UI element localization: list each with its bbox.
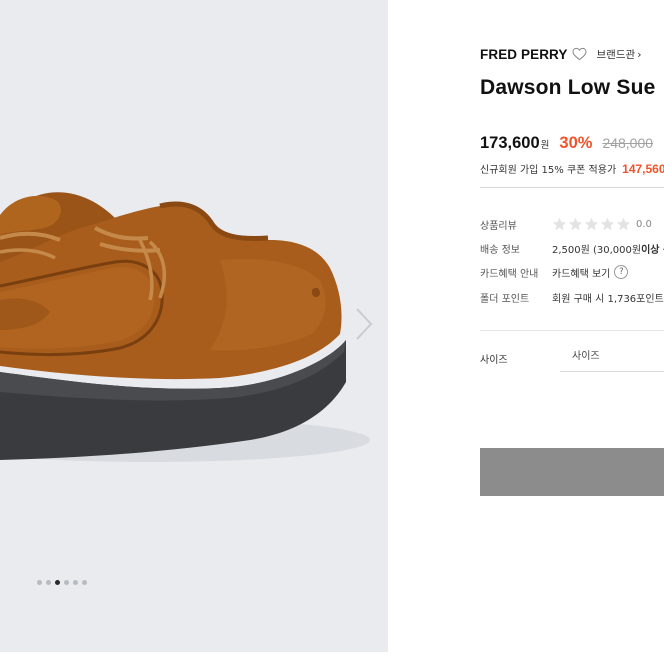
divider [480,187,664,188]
slide-indicator [37,578,87,586]
product-image [0,192,370,462]
next-image-icon[interactable] [352,306,376,342]
slide-dot[interactable] [82,579,87,585]
spec-label: 폴더 포인트 [480,293,530,305]
question-circle-icon[interactable]: ? [614,265,629,279]
slide-dot[interactable] [73,579,78,585]
buy-button[interactable] [480,448,664,496]
points-value: 회원 구매 시 1,736포인트 적 [552,293,664,305]
original-price: 248,000 [602,135,654,151]
spec-shipping: 배송 정보 2,500원 (30,000원 이상 구 [480,240,664,256]
brand-shop-link-label: 브랜드관 [596,48,636,61]
product-image-gallery [0,0,388,652]
coupon-text: 신규회원 가입 15% 쿠폰 적용가 [480,165,617,176]
spec-label: 상품리뷰 [480,220,517,232]
review-rating[interactable]: 0.0 [552,217,652,231]
product-info-panel: FRED PERRY 브랜드관 › Dawson Low Sue 173,600… [480,0,664,652]
shipping-value: 2,500원 (30,000원 이상 구 [552,241,664,256]
card-benefit[interactable]: 카드혜택 보기 ? [552,265,629,280]
shipping-fee: 2,500원 (30,000원 [552,244,642,256]
chevron-right-icon: › [637,47,642,61]
discount-rate: 30% [559,134,593,152]
star-rating [552,217,631,231]
rating-number: 0.0 [636,218,652,230]
brand-row: FRED PERRY 브랜드관 › [480,45,642,63]
card-benefit-link[interactable]: 카드혜택 보기 [552,265,610,280]
star-icon [600,217,615,231]
product-title: Dawson Low Sue [480,76,656,99]
star-icon [616,217,631,231]
coupon-price: 147,560 [622,162,664,176]
shipping-condition: 이상 구 [641,244,664,256]
star-icon [568,217,583,231]
brand-name[interactable]: FRED PERRY [480,47,568,62]
spec-review: 상품리뷰 0.0 [480,216,664,232]
spec-points: 폴더 포인트 회원 구매 시 1,736포인트 적 [480,289,664,305]
spec-card: 카드혜택 안내 카드혜택 보기 ? [480,264,664,280]
spec-label: 배송 정보 [480,244,520,256]
star-icon [552,217,567,231]
slide-dot[interactable] [46,579,51,585]
slide-dot-active[interactable] [55,579,60,585]
brand-shop-link[interactable]: 브랜드관 › [597,47,642,62]
size-label: 사이즈 [480,355,508,366]
price-row: 173,600 원 30% 248,000 [480,134,653,153]
price-unit: 원 [540,140,550,151]
star-icon [584,217,599,231]
coupon-row: 신규회원 가입 15% 쿠폰 적용가 147,560 [480,161,664,176]
slide-dot[interactable] [37,579,42,585]
slide-dot[interactable] [64,579,69,585]
spec-label: 카드혜택 안내 [480,268,539,280]
heart-outline-icon[interactable] [571,47,587,61]
sale-price: 173,600 [480,134,540,152]
divider [480,330,664,331]
size-select[interactable]: 사이즈 [560,340,664,372]
